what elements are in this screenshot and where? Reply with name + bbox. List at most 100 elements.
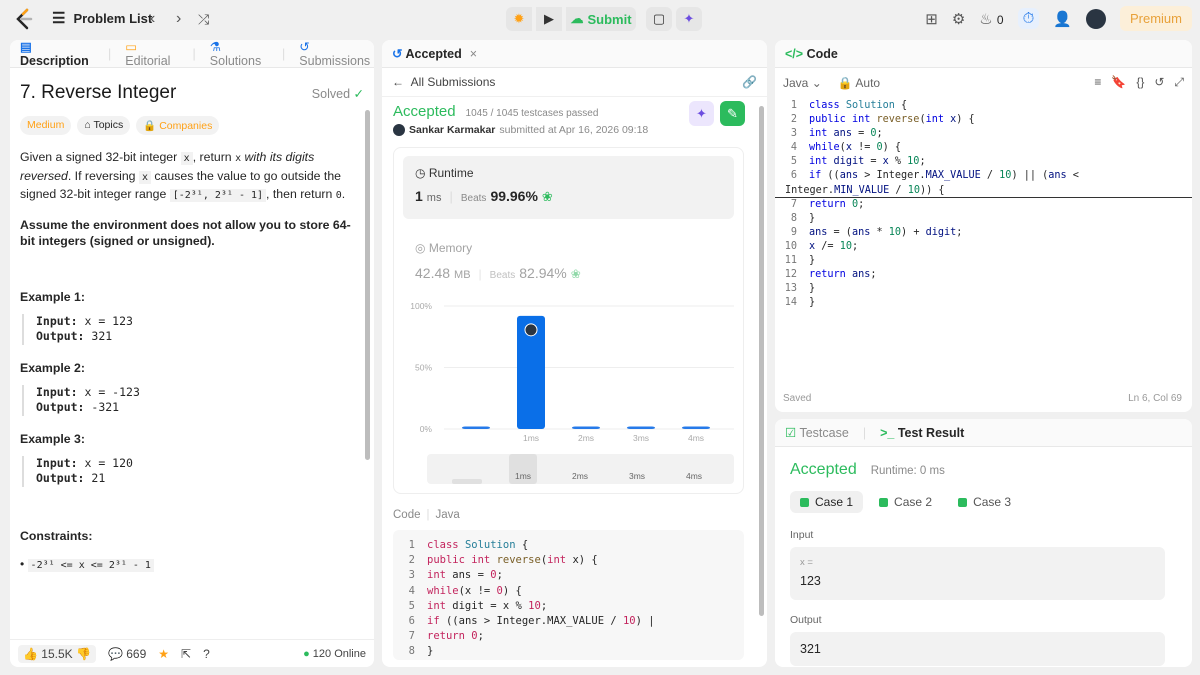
code-line: 7 return 0; xyxy=(408,630,484,643)
y-tick-label: 0% xyxy=(420,424,433,434)
code-line: 4 while(x != 0) { xyxy=(408,584,522,597)
code-line[interactable]: 6 if ((ans > Integer.MAX_VALUE / 10) || … xyxy=(775,169,1192,183)
auto-mode[interactable]: 🔒 Auto xyxy=(838,76,880,90)
link-icon[interactable]: 🔗 xyxy=(742,75,757,89)
code-line[interactable]: Integer.MIN_VALUE / 10)) { xyxy=(775,184,1192,198)
code-line[interactable]: 2 public int reverse(int x) { xyxy=(775,113,1192,127)
tab-testcase[interactable]: ☑ Testcase xyxy=(785,425,849,440)
check-icon xyxy=(879,497,889,507)
case-2-tab[interactable]: Case 2 xyxy=(869,491,942,513)
run-icon[interactable]: ▶ xyxy=(536,7,562,31)
scrollbar[interactable] xyxy=(365,110,370,460)
thumbs-up-icon: 👍 xyxy=(23,646,38,661)
code-line[interactable]: 12 return ans; xyxy=(775,268,1192,282)
settings-gear-icon[interactable]: ⚙ xyxy=(952,10,965,28)
description-panel: ▤ Description | ▭ Editorial | ⚗ Solution… xyxy=(10,40,374,667)
leetcode-logo-icon[interactable] xyxy=(14,8,34,33)
tab-test-result[interactable]: >_ Test Result xyxy=(880,426,964,440)
memory-card[interactable]: ◎ Memory 42.48 MB | Beats 82.94% ❀ xyxy=(415,241,581,281)
constraints: Constraints: • -2³¹ <= x <= 2³¹ - 1 xyxy=(20,529,364,572)
code-line[interactable]: 4 while(x != 0) { xyxy=(775,141,1192,155)
tab-accepted[interactable]: ↺ Accepted xyxy=(392,46,462,61)
back-arrow-icon[interactable]: ← xyxy=(392,75,404,89)
reset-icon[interactable]: ↺ xyxy=(1154,75,1164,90)
code-editor[interactable]: 1 class Solution {2 public int reverse(in… xyxy=(775,97,1192,310)
assumption-note: Assume the environment does not allow yo… xyxy=(20,217,351,249)
streak-flame-icon[interactable]: ♨ 0 xyxy=(979,10,1003,28)
list-icon: ☰ xyxy=(52,10,66,27)
like-button[interactable]: 👍 15.5K 👎 xyxy=(18,644,96,663)
bookmark-icon[interactable]: 🔖 xyxy=(1111,75,1126,90)
note-icon[interactable]: ▢ xyxy=(646,7,672,31)
code-line[interactable]: 14} xyxy=(775,296,1192,310)
problem-list-button[interactable]: ☰ Problem List xyxy=(52,9,152,27)
layout-grid-icon[interactable]: ⊞ xyxy=(925,10,938,28)
topics-badge[interactable]: ⌂ Topics xyxy=(77,116,131,135)
language-label: Java xyxy=(435,509,460,521)
chevron-down-icon: ⌄ xyxy=(811,75,822,90)
flask-icon: ⚗ xyxy=(209,40,221,54)
user-avatar xyxy=(393,124,405,136)
share-icon[interactable]: ⇱ xyxy=(181,647,191,661)
top-bar: ☰ Problem List ‹ › ⤮ ✹ ▶ ☁ Submit ▢ ✦ ⊞ ⚙… xyxy=(0,0,1200,38)
help-icon[interactable]: ? xyxy=(203,647,210,661)
close-tab-icon[interactable]: × xyxy=(470,47,477,61)
tab-submissions[interactable]: ↺ Submissions xyxy=(299,40,374,68)
example-3: Example 3: Input: x = 120 Output: 21 xyxy=(20,432,364,487)
all-submissions-link[interactable]: All Submissions xyxy=(411,75,496,89)
code-line[interactable]: 9 ans = (ans * 10) + digit; xyxy=(775,226,1192,240)
beats-badge-icon: ❀ xyxy=(541,189,553,204)
tab-description[interactable]: ▤ Description xyxy=(20,40,94,68)
code-line[interactable]: 11 } xyxy=(775,254,1192,268)
code-line: 3 int ans = 0; xyxy=(408,569,503,582)
code-line[interactable]: 1 class Solution { xyxy=(775,99,1192,113)
clock-icon: ◷ xyxy=(415,166,426,180)
input-label: Input xyxy=(790,529,814,541)
x-tick-label: 2ms xyxy=(578,433,594,443)
output-label: Output xyxy=(790,614,822,626)
code-line[interactable]: 7 return 0; xyxy=(775,198,1192,212)
code-line[interactable]: 5 int digit = x % 10; xyxy=(775,155,1192,169)
navigator-label: 1ms xyxy=(515,471,531,481)
scrollbar[interactable] xyxy=(759,106,764,616)
code-line[interactable]: 3 int ans = 0; xyxy=(775,127,1192,141)
comments-button[interactable]: 💬 669 xyxy=(108,647,146,661)
add-friend-icon[interactable]: 👤 xyxy=(1053,10,1072,28)
case-3-tab[interactable]: Case 3 xyxy=(948,491,1021,513)
braces-icon[interactable]: {} xyxy=(1136,75,1144,90)
debug-icon[interactable]: ✹ xyxy=(506,7,532,31)
tab-code[interactable]: </> Code xyxy=(785,47,838,61)
format-icon[interactable]: ≡ xyxy=(1094,75,1101,90)
premium-button[interactable]: Premium xyxy=(1119,6,1192,31)
runtime-card[interactable]: ◷ Runtime 1 ms | Beats 99.96% ❀ xyxy=(403,156,734,219)
next-problem-icon[interactable]: › xyxy=(176,9,181,29)
online-count: ● 120 Online xyxy=(303,647,366,660)
code-line[interactable]: 13 } xyxy=(775,282,1192,296)
shuffle-icon[interactable]: ⤮ xyxy=(198,9,209,29)
runtime-distribution-chart: 100% 50% 0% 1ms 2ms 3ms 4ms 1ms 2ms 3ms 4ms xyxy=(410,301,734,484)
case-1-tab[interactable]: Case 1 xyxy=(790,491,864,513)
code-line[interactable]: 10 x /= 10; xyxy=(775,240,1192,254)
user-avatar[interactable] xyxy=(1085,8,1106,29)
saved-status: Saved xyxy=(783,393,812,404)
language-select[interactable]: Java ⌄ xyxy=(783,76,822,90)
timer-icon[interactable]: ⏱ xyxy=(1017,8,1040,29)
tab-editorial[interactable]: ▭ Editorial xyxy=(125,40,178,68)
ai-sparkle-icon[interactable]: ✦ xyxy=(676,7,702,31)
submit-button[interactable]: ☁ Submit xyxy=(566,7,636,31)
tab-solutions[interactable]: ⚗ Solutions xyxy=(210,40,268,68)
x-tick-label: 4ms xyxy=(688,433,704,443)
fullscreen-icon[interactable]: ⤢ xyxy=(1174,75,1184,90)
code-line: 5 int digit = x % 10; xyxy=(408,599,548,612)
y-tick-label: 50% xyxy=(415,363,432,373)
ai-analyze-icon[interactable]: ✦ xyxy=(689,101,714,126)
star-icon[interactable]: ★ xyxy=(158,647,169,661)
document-icon: ▤ xyxy=(20,40,32,54)
example-2: Example 2: Input: x = -123 Output: -321 xyxy=(20,361,364,416)
code-line[interactable]: 8 } xyxy=(775,212,1192,226)
edit-note-icon[interactable]: ✎ xyxy=(720,101,745,126)
prev-problem-icon[interactable]: ‹ xyxy=(150,9,155,29)
chart-bar xyxy=(462,426,490,429)
thumbs-down-icon[interactable]: 👎 xyxy=(76,647,91,661)
companies-badge[interactable]: 🔒 Companies xyxy=(136,116,220,135)
